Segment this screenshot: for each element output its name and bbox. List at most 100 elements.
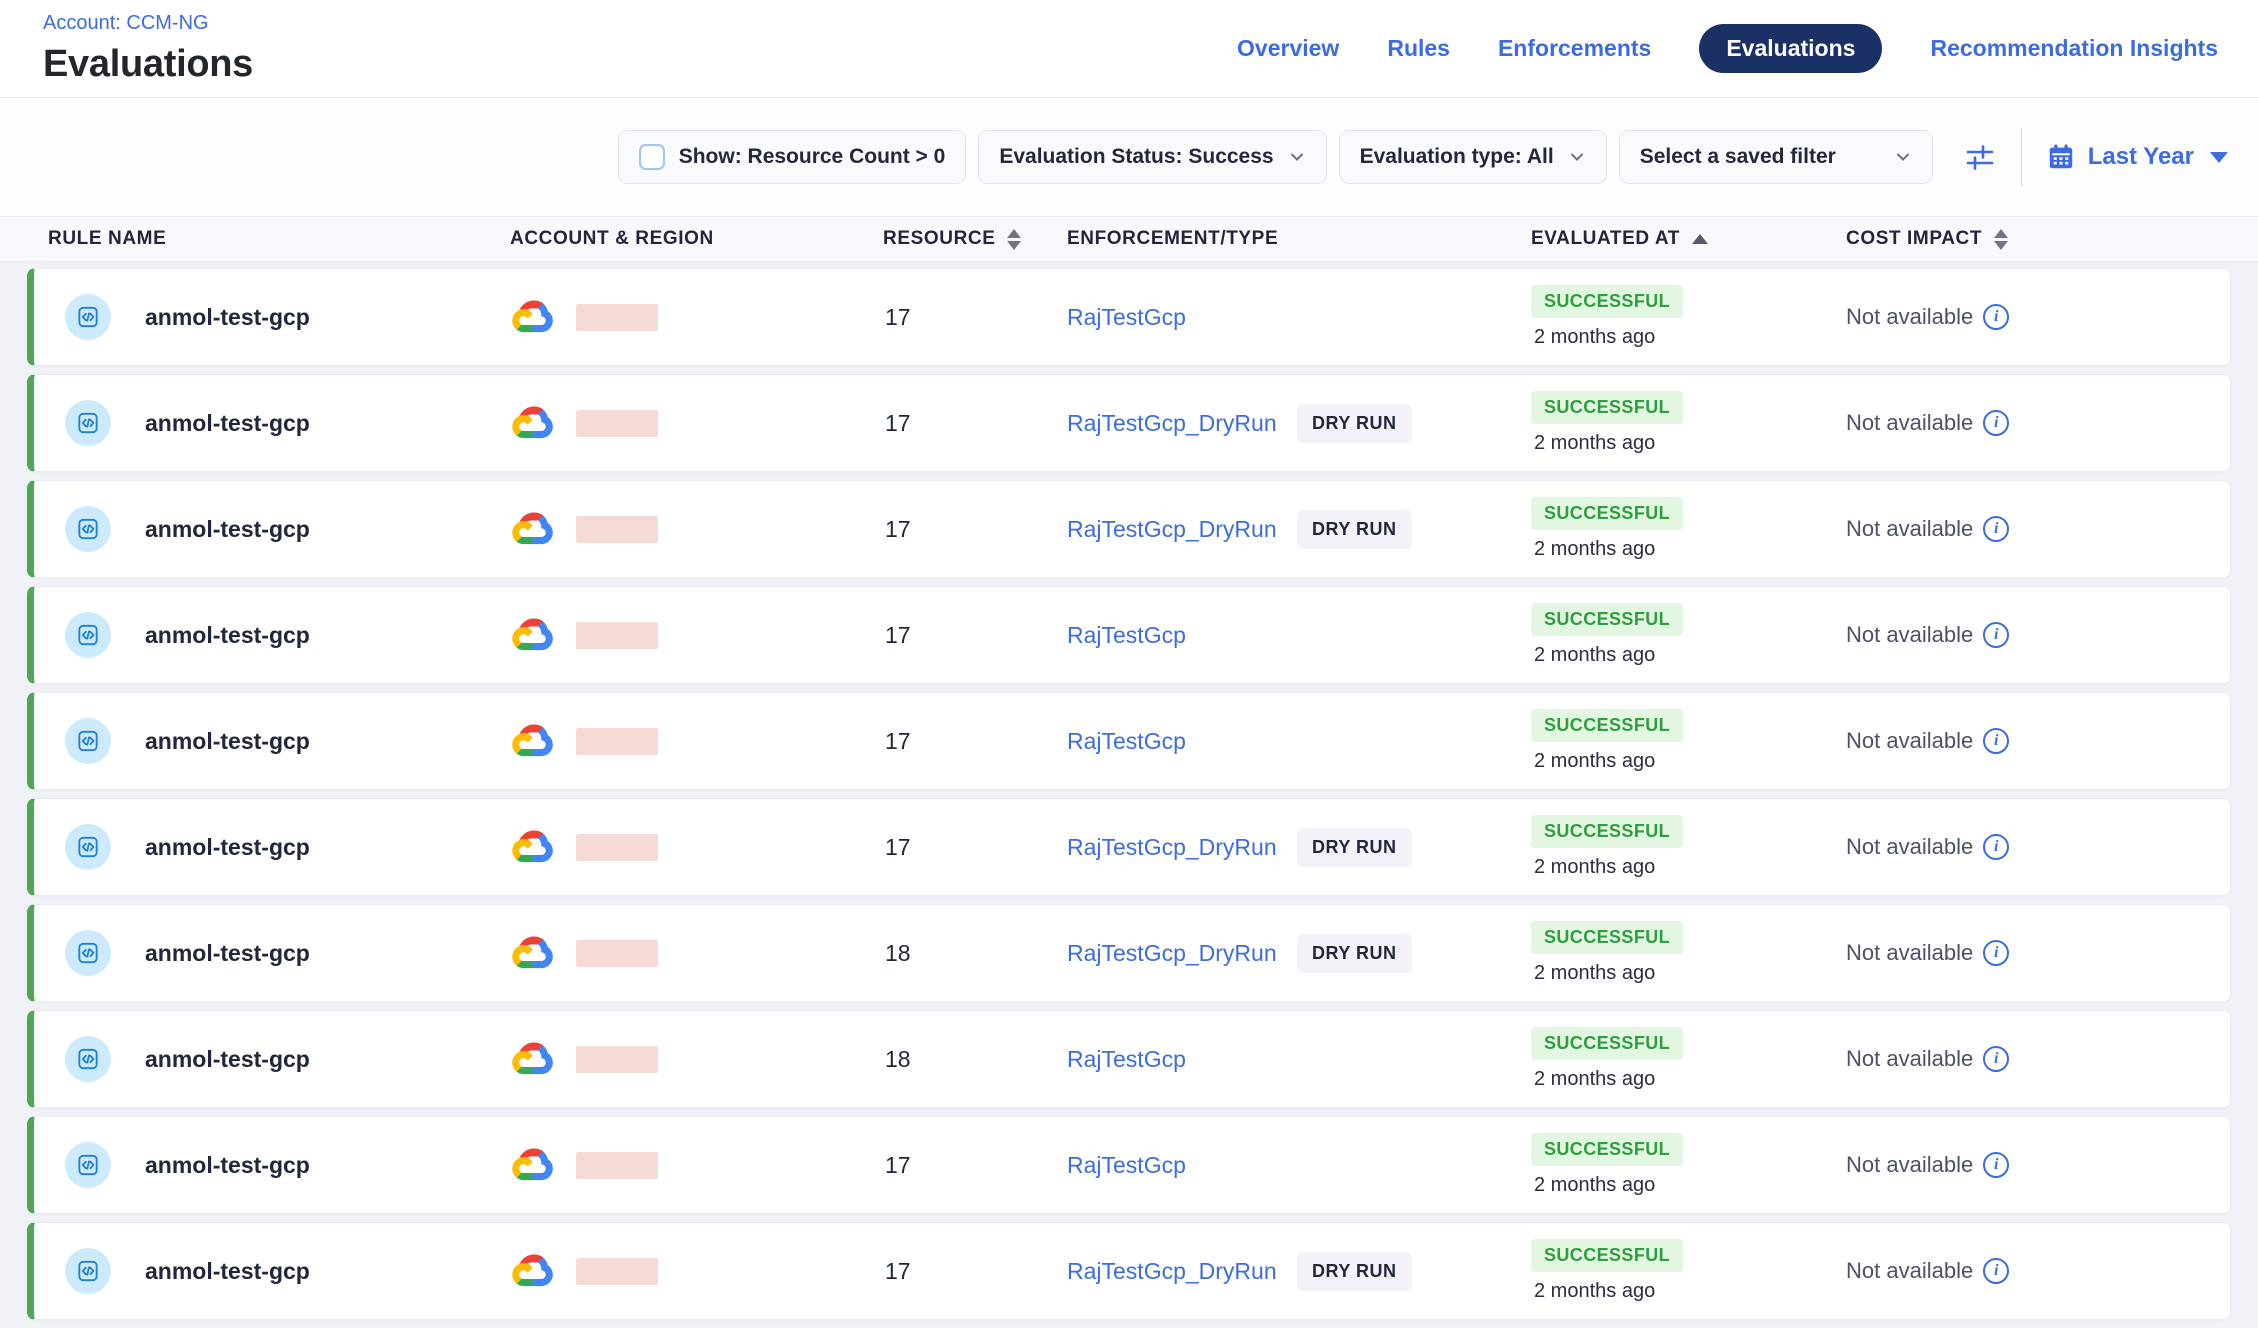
divider [2021,128,2022,186]
enforcement-link[interactable]: RajTestGcp_DryRun [1067,940,1297,967]
enforcement-link[interactable]: RajTestGcp [1067,622,1297,649]
info-icon[interactable]: i [1983,1046,2009,1072]
account-region-cell [510,1142,883,1188]
page-title: Evaluations [43,43,253,86]
info-icon[interactable]: i [1983,1152,2009,1178]
nav-tab-overview[interactable]: Overview [1237,35,1339,62]
info-icon[interactable]: i [1983,940,2009,966]
rule-name-cell: anmol-test-gcp [34,930,510,976]
cost-impact-cell: Not available i [1846,728,2230,754]
filter-settings-button[interactable] [1963,140,1997,174]
table-row[interactable]: anmol-test-gcp 17 RajTestGcp SUCCESSFUL … [27,586,2231,684]
table-row[interactable]: anmol-test-gcp 18 RajTestGcp_DryRun DRY … [27,904,2231,1002]
resource-count: 17 [883,410,1067,437]
cost-impact-value: Not available [1846,728,1973,754]
account-region-cell [510,400,883,446]
redacted-account-name [576,834,658,861]
rule-name: anmol-test-gcp [145,410,310,437]
info-icon[interactable]: i [1983,1258,2009,1284]
code-rule-icon [75,1152,101,1178]
column-header-cost-impact[interactable]: COST IMPACT [1846,228,2231,250]
cost-impact-cell: Not available i [1846,940,2230,966]
evaluated-time: 2 months ago [1531,856,1655,879]
account-region-cell [510,718,883,764]
column-header-resource[interactable]: RESOURCE [883,228,1067,250]
nav-tab-recommendation-insights[interactable]: Recommendation Insights [1930,35,2218,62]
saved-filter-dropdown[interactable]: Select a saved filter [1619,130,1933,184]
enforcement-link[interactable]: RajTestGcp_DryRun [1067,410,1297,437]
code-rule-icon [75,728,101,754]
enforcement-cell: RajTestGcp [1067,1152,1531,1179]
code-rule-icon [75,834,101,860]
sort-icon[interactable] [1994,229,2008,250]
evaluated-time: 2 months ago [1531,1068,1655,1091]
rule-name-cell: anmol-test-gcp [34,1036,510,1082]
table-row[interactable]: anmol-test-gcp 17 RajTestGcp SUCCESSFUL … [27,692,2231,790]
redacted-account-name [576,622,658,649]
code-rule-icon [75,622,101,648]
gcp-cloud-icon [510,400,556,446]
evaluated-at-cell: SUCCESSFUL 2 months ago [1531,815,1846,879]
cost-impact-cell: Not available i [1846,834,2230,860]
chevron-down-icon [1894,148,1912,166]
gcp-cloud-icon [510,294,556,340]
enforcement-link[interactable]: RajTestGcp [1067,728,1297,755]
gcp-cloud-icon [510,930,556,976]
table-row[interactable]: anmol-test-gcp 17 RajTestGcp SUCCESSFUL … [27,1116,2231,1214]
resource-count: 17 [883,728,1067,755]
enforcement-link[interactable]: RajTestGcp_DryRun [1067,1258,1297,1285]
cost-impact-value: Not available [1846,304,1973,330]
cost-impact-cell: Not available i [1846,1258,2230,1284]
column-header-rule-name: RULE NAME [27,228,510,250]
dry-run-badge: DRY RUN [1297,404,1412,443]
cost-impact-cell: Not available i [1846,410,2230,436]
date-range-picker[interactable]: Last Year [2046,142,2228,172]
account-region-cell [510,930,883,976]
info-icon[interactable]: i [1983,728,2009,754]
account-region-cell [510,506,883,552]
table-row[interactable]: anmol-test-gcp 17 RajTestGcp_DryRun DRY … [27,798,2231,896]
status-badge: SUCCESSFUL [1531,921,1683,954]
info-icon[interactable]: i [1983,304,2009,330]
sort-icon[interactable] [1007,229,1021,250]
enforcement-link[interactable]: RajTestGcp_DryRun [1067,516,1297,543]
resource-count-filter[interactable]: Show: Resource Count > 0 [618,130,967,184]
enforcement-link[interactable]: RajTestGcp [1067,304,1297,331]
table-row[interactable]: anmol-test-gcp 18 RajTestGcp SUCCESSFUL … [27,1010,2231,1108]
sort-ascending-icon[interactable] [1692,234,1708,244]
table-header: RULE NAME ACCOUNT & REGION RESOURCE ENFO… [0,216,2258,262]
evaluated-at-cell: SUCCESSFUL 2 months ago [1531,391,1846,455]
table-row[interactable]: anmol-test-gcp 17 RajTestGcp SUCCESSFUL … [27,268,2231,366]
breadcrumb-account-link[interactable]: Account: CCM-NG [43,12,253,35]
table-row[interactable]: anmol-test-gcp 17 RajTestGcp_DryRun DRY … [27,374,2231,472]
resource-count-checkbox[interactable] [639,144,665,170]
evaluation-status-dropdown[interactable]: Evaluation Status: Success [978,130,1326,184]
enforcement-link[interactable]: RajTestGcp [1067,1152,1297,1179]
table-row[interactable]: anmol-test-gcp 17 RajTestGcp_DryRun DRY … [27,1222,2231,1320]
rule-avatar [65,1142,111,1188]
cost-impact-cell: Not available i [1846,622,2230,648]
nav-tab-evaluations[interactable]: Evaluations [1699,24,1882,73]
nav-tab-enforcements[interactable]: Enforcements [1498,35,1651,62]
rule-avatar [65,400,111,446]
info-icon[interactable]: i [1983,516,2009,542]
top-header: Account: CCM-NG Evaluations Overview Rul… [0,0,2258,98]
enforcement-link[interactable]: RajTestGcp_DryRun [1067,834,1297,861]
status-badge: SUCCESSFUL [1531,709,1683,742]
cost-impact-value: Not available [1846,622,1973,648]
table-row[interactable]: anmol-test-gcp 17 RajTestGcp_DryRun DRY … [27,480,2231,578]
cost-impact-value: Not available [1846,1258,1973,1284]
info-icon[interactable]: i [1983,834,2009,860]
code-rule-icon [75,1258,101,1284]
info-icon[interactable]: i [1983,410,2009,436]
info-icon[interactable]: i [1983,622,2009,648]
evaluation-type-dropdown[interactable]: Evaluation type: All [1339,130,1607,184]
nav-tab-rules[interactable]: Rules [1387,35,1450,62]
saved-filter-placeholder: Select a saved filter [1640,145,1836,169]
account-region-cell [510,1036,883,1082]
caret-down-icon [2210,152,2228,163]
enforcement-link[interactable]: RajTestGcp [1067,1046,1297,1073]
evaluated-time: 2 months ago [1531,538,1655,561]
cost-impact-value: Not available [1846,834,1973,860]
column-header-evaluated-at[interactable]: EVALUATED AT [1531,228,1846,250]
